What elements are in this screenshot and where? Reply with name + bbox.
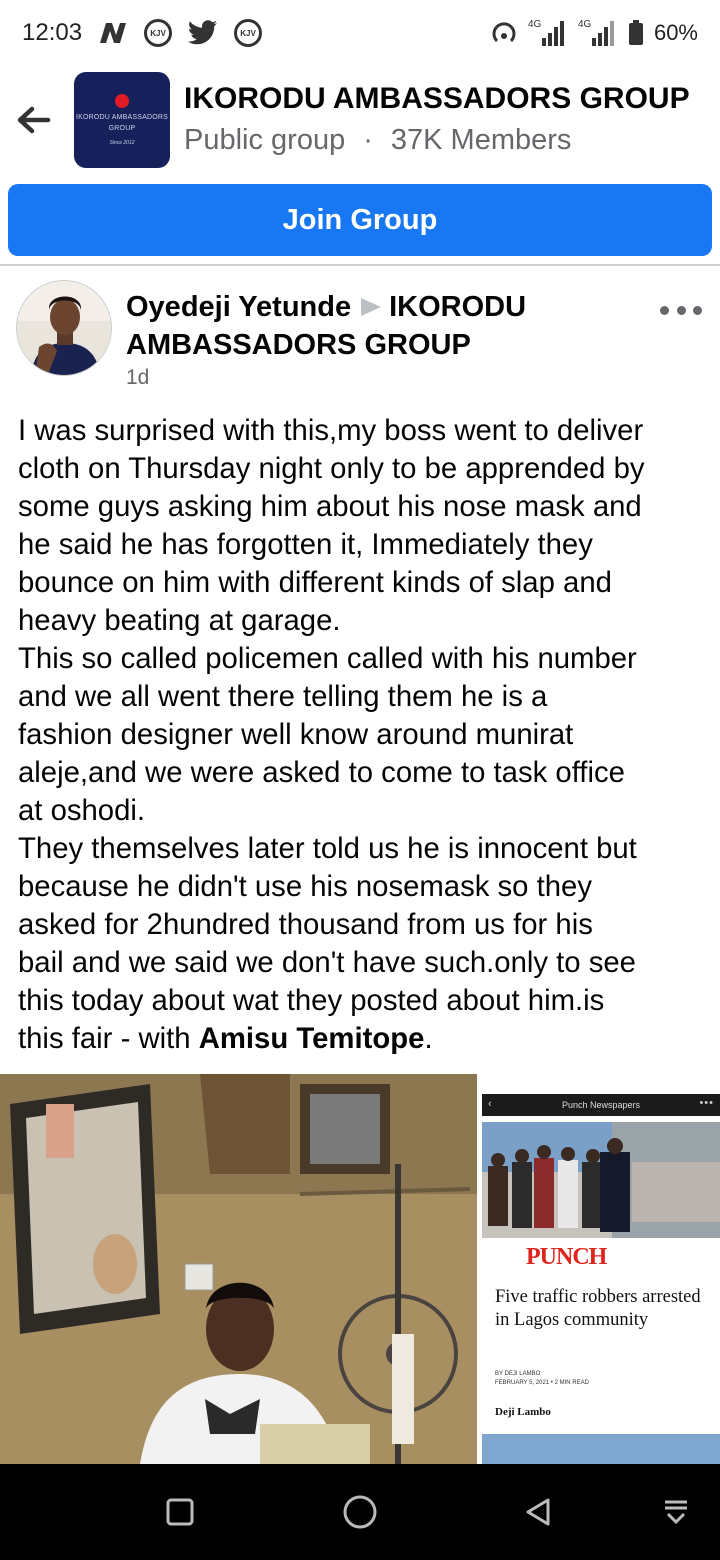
hotspot-icon <box>490 19 518 47</box>
svg-text:4G: 4G <box>578 19 592 30</box>
triangle-arrow-icon <box>361 297 382 316</box>
back-arrow-icon[interactable] <box>14 100 54 140</box>
group-avatar-name: IKORODU AMBASSADORS <box>75 114 169 121</box>
group-title[interactable]: IKORODU AMBASSADORS GROUP <box>184 82 690 116</box>
post-text-suffix: . <box>424 1022 433 1055</box>
post-text-line: asked for 2hundred thousand from us for … <box>18 908 593 941</box>
post-group-name[interactable]: IKORODU <box>389 291 526 323</box>
twitter-icon <box>188 20 218 46</box>
svg-text:4G: 4G <box>528 19 542 30</box>
post-text-line: They themselves later told us he is inno… <box>18 832 637 865</box>
home-icon[interactable] <box>340 1492 380 1532</box>
notifications-pulldown-icon[interactable] <box>656 1492 696 1532</box>
post-text-line: at oshodi. <box>18 794 146 827</box>
signal-icon: 4G <box>528 18 568 48</box>
recents-icon[interactable] <box>160 1492 200 1532</box>
n-icon <box>98 21 128 45</box>
post-photo-side[interactable]: ‹ Punch Newspapers ••• PUNCH Five traffi… <box>482 1094 720 1464</box>
post-text-line: aleje,and we were asked to come to task … <box>18 756 625 789</box>
article-photo <box>482 1122 720 1238</box>
group-privacy: Public group <box>184 124 346 156</box>
join-group-button[interactable]: Join Group <box>8 184 712 256</box>
post-text-line: bail and we said we don't have such.only… <box>18 946 636 979</box>
group-avatar-since: Since 2012 <box>109 140 135 146</box>
post-text-line: This so called policemen called with his… <box>18 642 637 675</box>
article-byline-date: FEBRUARY 5, 2021 • 2 MIN READ <box>495 1380 589 1386</box>
post-text-line: some guys asking him about his nose mask… <box>18 490 642 523</box>
post-text-line: fashion designer well know around munira… <box>18 718 574 751</box>
post-text-line: this today about wat they posted about h… <box>18 984 605 1017</box>
divider <box>0 264 720 266</box>
more-dots-icon: ••• <box>699 1097 714 1109</box>
status-time: 12:03 <box>22 19 83 46</box>
post-text-line: I was surprised with this,my boss went t… <box>18 414 644 447</box>
post-group-name-2[interactable]: AMBASSADORS GROUP <box>126 329 471 361</box>
article-topbar: ‹ Punch Newspapers ••• <box>482 1094 720 1116</box>
punch-logo: PUNCH <box>526 1244 607 1270</box>
back-icon[interactable] <box>518 1492 558 1532</box>
post-text-line: heavy beating at garage. <box>18 604 341 637</box>
post-text-last-line: this fair - with Amisu Temitope. <box>18 1020 710 1058</box>
post-time[interactable]: 1d <box>126 366 149 390</box>
article-photo-bottom <box>482 1434 720 1464</box>
post-text-line: bounce on him with different kinds of sl… <box>18 566 612 599</box>
author-avatar[interactable] <box>16 280 112 376</box>
chevron-left-icon: ‹ <box>488 1098 492 1110</box>
status-bar: 12:03 KJV KJV 4G 4G 60% <box>0 0 720 66</box>
post-text-line: because he didn't use his nosemask so th… <box>18 870 592 903</box>
article-byline-author: BY DEJI LAMBO <box>495 1371 541 1377</box>
post-text: I was surprised with this,my boss went t… <box>18 412 710 1058</box>
battery-icon <box>628 20 644 46</box>
post-text-prefix: this fair - with <box>18 1022 199 1055</box>
post-text-line: cloth on Thursday night only to be appre… <box>18 452 645 485</box>
tagged-user[interactable]: Amisu Temitope <box>199 1022 425 1055</box>
article-byline: BY DEJI LAMBO FEBRUARY 5, 2021 • 2 MIN R… <box>495 1370 589 1388</box>
group-avatar-name-2: GROUP <box>108 125 136 132</box>
post-text-line: and we all went there telling them he is… <box>18 680 548 713</box>
apple-icon <box>115 94 129 108</box>
group-members[interactable]: 37K Members <box>391 124 572 157</box>
article-author: Deji Lambo <box>495 1406 551 1418</box>
post-author[interactable]: Oyedeji Yetunde <box>126 291 351 323</box>
post-author-line: Oyedeji Yetunde IKORODU AMBASSADORS GROUP <box>126 288 626 364</box>
signal-icon: 4G <box>578 18 618 48</box>
kjv-icon: KJV <box>234 19 263 47</box>
post-photo-main[interactable] <box>0 1074 477 1464</box>
group-meta: Public group · 37K Members <box>184 124 571 157</box>
android-nav-bar <box>0 1464 720 1560</box>
group-header: IKORODU AMBASSADORS GROUP Since 2012 IKO… <box>0 70 720 174</box>
article-headline: Five traffic robbers arrested in Lagos c… <box>495 1287 701 1330</box>
meta-separator: · <box>363 124 373 156</box>
post-text-line: he said he has forgotten it, Immediately… <box>18 528 593 561</box>
kjv-icon: KJV <box>144 19 173 47</box>
article-source: Punch Newspapers <box>561 1100 641 1110</box>
group-avatar[interactable]: IKORODU AMBASSADORS GROUP Since 2012 <box>74 72 170 168</box>
battery-level: 60% <box>653 20 698 45</box>
more-options-icon[interactable] <box>660 296 702 324</box>
